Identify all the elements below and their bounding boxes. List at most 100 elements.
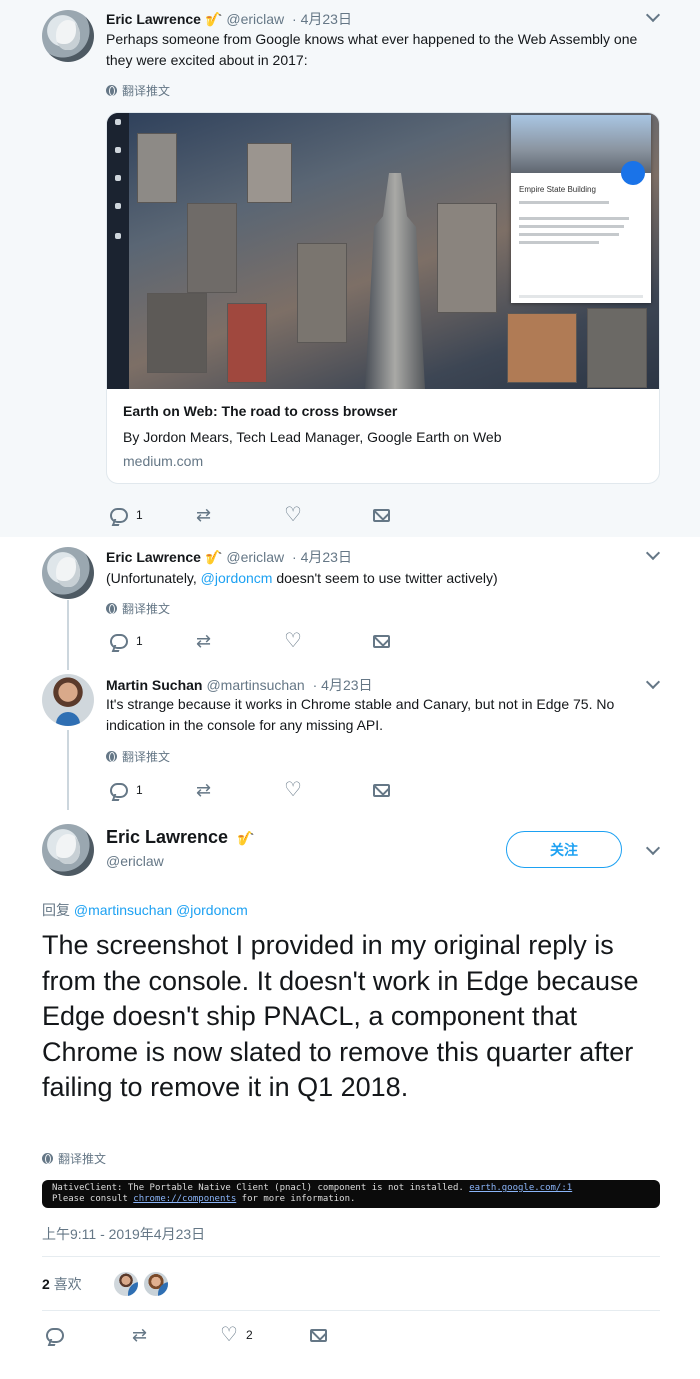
saxophone-emoji: 🎷 (237, 830, 255, 846)
author-handle[interactable]: @ericlaw (106, 853, 164, 869)
panel-text-line (519, 201, 609, 204)
reply-button[interactable]: 1 (110, 630, 143, 652)
chevron-down-icon[interactable] (645, 840, 661, 856)
console-screenshot: NativeClient: The Portable Native Client… (42, 1180, 660, 1208)
envelope-icon (373, 634, 390, 648)
like-button[interactable]: ♡ 2 (220, 1324, 253, 1346)
building (187, 203, 237, 293)
author-name[interactable]: Eric Lawrence 🎷 (106, 827, 255, 848)
reply-button[interactable]: 1 (110, 504, 143, 526)
author-name[interactable]: Eric Lawrence (106, 549, 201, 565)
empire-state-building (365, 173, 425, 389)
tweet-text: The screenshot I provided in my original… (42, 930, 639, 1102)
reply-button[interactable] (46, 1324, 64, 1346)
retweet-button[interactable]: ⇄ (196, 504, 211, 526)
globe-icon (106, 751, 117, 762)
liker-avatar[interactable] (142, 1270, 170, 1298)
retweet-icon: ⇄ (132, 1325, 148, 1345)
panel-title: Empire State Building (519, 185, 596, 194)
liker-avatar[interactable] (112, 1270, 140, 1298)
share-icon (115, 233, 121, 239)
message-button[interactable] (373, 630, 390, 652)
translate-link[interactable]: 翻译推文 (42, 1150, 106, 1167)
reply-icon (110, 633, 128, 649)
panel-text-line (519, 225, 624, 228)
tweet-actions: 1 ⇄ ♡ (106, 630, 406, 652)
message-button[interactable] (310, 1324, 327, 1346)
tweet-header: Eric Lawrence 🎷 @ericlaw · 4月23日 (106, 9, 352, 29)
chevron-down-icon[interactable] (645, 7, 661, 23)
card-description: By Jordon Mears, Tech Lead Manager, Goog… (123, 429, 502, 445)
retweet-icon: ⇄ (196, 505, 212, 525)
reply-icon (110, 507, 128, 523)
settings-icon (115, 147, 121, 153)
tweet-actions: 1 ⇄ ♡ (106, 504, 406, 526)
info-panel: Empire State Building (511, 115, 651, 303)
divider (42, 1310, 660, 1311)
message-button[interactable] (373, 504, 390, 526)
like-button[interactable]: ♡ (284, 630, 302, 652)
translate-link[interactable]: 翻译推文 (106, 748, 170, 765)
translate-link[interactable]: 翻译推文 (106, 600, 170, 617)
tweet-date[interactable]: · 4月23日 (313, 677, 373, 693)
reply-count: 1 (136, 634, 143, 648)
tweet-timestamp[interactable]: 上午9:11 - 2019年4月23日 (42, 1224, 205, 1244)
tweet[interactable]: Eric Lawrence 🎷 @ericlaw · 4月23日 (Unfortun… (0, 537, 700, 664)
reply-button[interactable]: 1 (110, 779, 143, 801)
globe-icon (106, 603, 117, 614)
heart-icon: ♡ (220, 1324, 238, 1346)
building (437, 203, 497, 313)
retweet-icon: ⇄ (196, 631, 212, 651)
heart-icon: ♡ (284, 504, 302, 526)
retweet-button[interactable]: ⇄ (132, 1324, 147, 1346)
retweet-button[interactable]: ⇄ (196, 779, 211, 801)
author-handle[interactable]: @martinsuchan (206, 677, 304, 693)
building (587, 308, 647, 388)
tweet-text: It's strange because it works in Chrome … (106, 696, 615, 733)
dice-icon (115, 175, 121, 181)
tweet[interactable]: Eric Lawrence 🎷 @ericlaw · 4月23日 Perhaps s… (0, 0, 700, 537)
avatar[interactable] (42, 10, 94, 62)
mention-link[interactable]: @jordoncm (201, 570, 273, 586)
tweet-header: Eric Lawrence 🎷 @ericlaw · 4月23日 (106, 547, 352, 567)
message-button[interactable] (373, 779, 390, 801)
envelope-icon (310, 1328, 327, 1342)
like-count: 2 (245, 1328, 253, 1342)
retweet-button[interactable]: ⇄ (196, 630, 211, 652)
author-name[interactable]: Eric Lawrence (106, 11, 201, 27)
author-handle[interactable]: @ericlaw (226, 11, 284, 27)
building (147, 293, 207, 373)
panel-text-line (519, 217, 629, 220)
tweet-date[interactable]: · 4月23日 (292, 11, 352, 27)
like-button[interactable]: ♡ (284, 779, 302, 801)
chevron-down-icon[interactable] (645, 545, 661, 561)
like-button[interactable]: ♡ (284, 504, 302, 526)
author-handle[interactable]: @ericlaw (226, 549, 284, 565)
heart-icon: ♡ (284, 630, 302, 652)
saxophone-emoji: 🎷 (204, 11, 223, 27)
avatar[interactable] (42, 824, 94, 876)
avatar[interactable] (42, 547, 94, 599)
translate-link[interactable]: 翻译推文 (106, 82, 170, 99)
card-title: Earth on Web: The road to cross browser (123, 403, 398, 419)
building (247, 143, 292, 203)
tweet-text: Perhaps someone from Google knows what e… (106, 31, 638, 68)
reply-icon (46, 1327, 64, 1343)
reply-context: 回复 @martinsuchan @jordoncm (42, 902, 248, 918)
divider (42, 1256, 660, 1257)
map-toolbar (107, 113, 129, 389)
retweet-icon: ⇄ (196, 780, 212, 800)
link-card[interactable]: Empire State Building Earth on Web: The … (106, 112, 660, 484)
building (297, 243, 347, 343)
reply-count: 1 (136, 508, 143, 522)
heart-icon: ♡ (284, 779, 302, 801)
tweet[interactable]: Martin Suchan @martinsuchan · 4月23日 It's … (0, 664, 700, 812)
likes-summary[interactable]: 2 喜欢 (42, 1274, 82, 1294)
reply-mentions[interactable]: @martinsuchan @jordoncm (74, 902, 248, 918)
follow-button[interactable]: 关注 (506, 831, 622, 868)
avatar[interactable] (42, 674, 94, 726)
panel-text-line (519, 233, 619, 236)
tweet-date[interactable]: · 4月23日 (292, 549, 352, 565)
author-name[interactable]: Martin Suchan (106, 677, 202, 693)
chevron-down-icon[interactable] (645, 674, 661, 690)
